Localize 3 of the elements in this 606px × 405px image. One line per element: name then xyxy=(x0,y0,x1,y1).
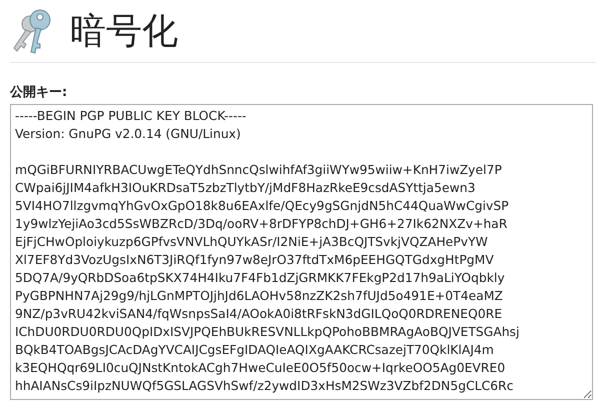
public-key-field[interactable]: -----BEGIN PGP PUBLIC KEY BLOCK----- Version: GnuPG v2.0.14 (GNU/Linux) mQGiBFURNIYRBACUwgETeQYdhSnncQslwihfAf3giiWYw95wiiw+KnH7iwZyel7P CWpai6jJIM4afkH3IOuKRDsaT5zbzTlytbY/jMdF8HazRkeE9csdASYttja5ewn3 5VI4HO7llzgvmqYhGvOxGpO18k8u6EAxlfe/QEcy9gSGnjdN5hC44QuaWwCgivSP 1y9wlzYejiAo3cd5SsWBZRcD/3Dq/ooRV+8rDFYP8chDJ+GH6+27Ik62NXZv+haR EjFjCHwOploiykuzp6GPfvsVNVLhQUYkASr/I2NiE+jA3BcQJTSvkjVQZAHePvYW Xl7EF8Yd3VozUgsIxN6T3JiRQf1fyn97w8eJrO37ftdTxM6pEEHGQTGdxgHtPgMV 5DQ7A/9yQRbDSoa6tpSKX74H4Iku7F4Fb1dZjGRMKK7FEkgP2d17h9aLiYOqbkly PyGBPNHN7Aj29g9/hjLGnMPTOJjhJd6LAOHv58nzZK2sh7fUJd5o491E+0T4eaMZ 9NZ/p3vRU42kviSAN4/fqWsnpsSaI4/AOokA0i8tRFskN3dGILQoQ0RDRENEQ0RE IChDU0RDU0RDU0QpIDxISVJPQEhBUkRESVNLLkpQPohoBBMRAgAoBQJVETSGAhsj BQkB4TOABgsJCAcDAgYVCAIJCgsEFgIDAQIeAQIXgAAKCRCsazejT70QklKlAJ4m k3EQHQqr69LI0cuQJNstKntokACgh7HweCuIeE0O5f50ocw+IqrkeOO5Ag0EVRE0 hhAIANsCs9iIpzNUWQf5GSLAGSVhSwf/z2ywdID3xHsM2SWz3VZbf2DN5gCLC6Rc xyxy=(10,104,593,400)
page-title: 暗号化 xyxy=(70,10,178,54)
field-label: 公開キー: xyxy=(10,84,68,101)
